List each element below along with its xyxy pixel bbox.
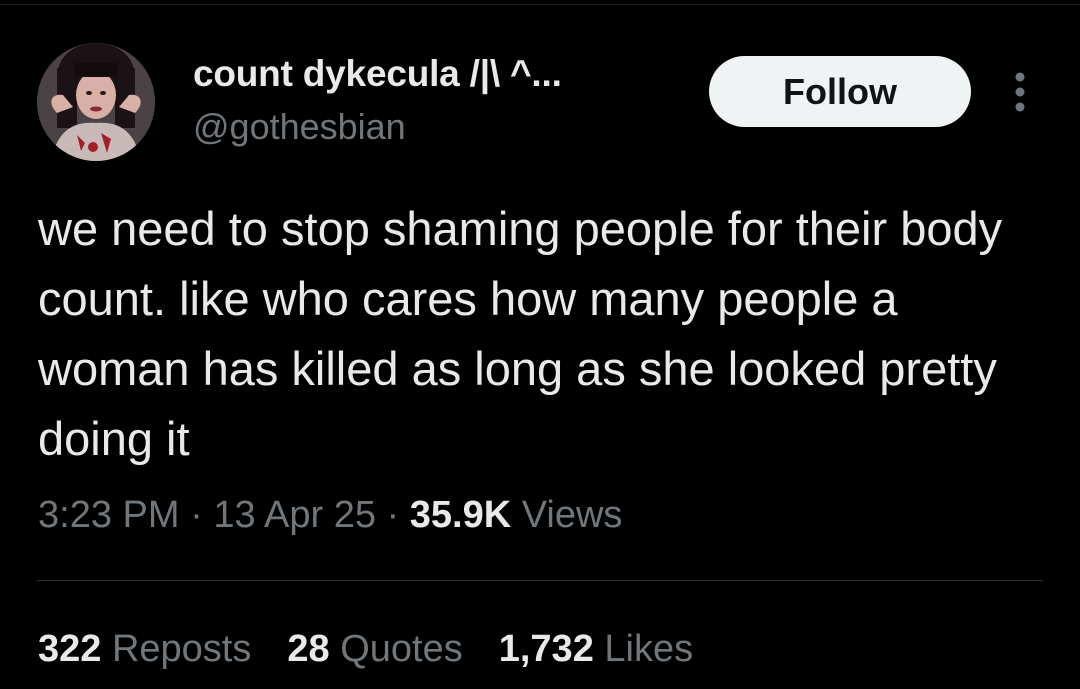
quotes-stat[interactable]: 28 Quotes — [287, 628, 462, 671]
views-label: Views — [511, 494, 623, 536]
meta-separator: · — [376, 494, 410, 536]
user-handle[interactable]: @gothesbian — [193, 106, 406, 148]
follow-button-label: Follow — [783, 70, 897, 112]
stats-divider — [38, 580, 1043, 581]
avatar-image — [37, 43, 155, 161]
display-name[interactable]: count dykecula /|\ ^... — [193, 53, 562, 95]
quotes-label: Quotes — [329, 628, 463, 670]
tweet-text: we need to stop shaming people for their… — [38, 202, 1003, 465]
more-dots-vertical-icon[interactable] — [1006, 68, 1034, 116]
reposts-stat[interactable]: 322 Reposts — [38, 628, 251, 671]
follow-button[interactable]: Follow — [709, 56, 971, 127]
tweet-date[interactable]: 13 Apr 25 — [213, 494, 376, 536]
views-count: 35.9K — [409, 494, 512, 536]
tweet-time[interactable]: 3:23 PM — [38, 494, 180, 536]
tweet-meta: 3:23 PM · 13 Apr 25 · 35.9K Views — [38, 494, 622, 537]
likes-stat[interactable]: 1,732 Likes — [499, 628, 693, 671]
likes-label: Likes — [593, 628, 694, 670]
meta-separator: · — [179, 494, 214, 536]
avatar[interactable] — [37, 43, 155, 161]
reposts-label: Reposts — [101, 628, 252, 670]
quotes-count: 28 — [287, 628, 330, 670]
top-divider — [0, 4, 1080, 5]
engagement-stats: 322 Reposts 28 Quotes 1,732 Likes — [38, 628, 693, 671]
likes-count: 1,732 — [498, 628, 594, 670]
reposts-count: 322 — [38, 628, 102, 670]
